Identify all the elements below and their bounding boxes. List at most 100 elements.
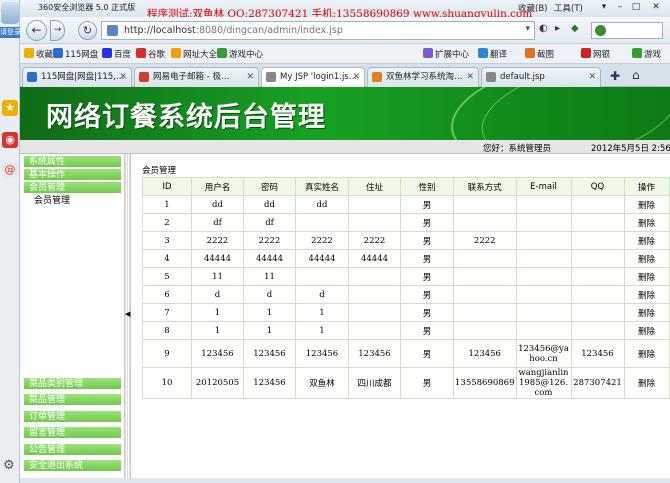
frame-splitter[interactable]: ◀	[124, 154, 131, 483]
column-header: 住址	[348, 177, 401, 196]
delete-link[interactable]: 删除	[623, 367, 670, 399]
table-row: 6 d d d 男删除	[142, 285, 670, 304]
menu-member-group[interactable]: 会员管理	[24, 182, 121, 194]
toolbar-online-banking[interactable]: 网银	[581, 48, 610, 60]
skin-icon[interactable]: ▾	[598, 2, 610, 12]
forward-split-icon[interactable]: ▸	[555, 23, 560, 34]
page-favicon	[107, 25, 118, 36]
delete-link[interactable]: 删除	[623, 249, 670, 268]
chevron-down-icon[interactable]: ▾	[525, 24, 530, 34]
table-cell: 2222	[453, 231, 517, 250]
close-tab-icon[interactable]: ✕	[352, 68, 360, 86]
tab-shuangyulin[interactable]: 双鱼林学习系统淘… ✕	[367, 67, 479, 87]
menu-logout[interactable]: 安全退出系统	[24, 460, 121, 472]
table-cell: 123456@yahoo.cn	[515, 339, 572, 368]
table-cell	[453, 285, 517, 304]
table-cell: dd	[243, 195, 296, 214]
email-icon[interactable]: @	[2, 162, 18, 178]
toolbar-screenshot[interactable]: 截图	[525, 48, 554, 60]
new-tab-icon[interactable]: ✚	[610, 69, 620, 83]
collapse-arrow-icon[interactable]: ◀	[125, 310, 130, 318]
table-cell: 287307421	[570, 367, 625, 399]
weibo-icon[interactable]: ◉	[2, 132, 18, 148]
delete-link[interactable]: 删除	[623, 285, 670, 304]
home-icon[interactable]: ⌂	[632, 68, 640, 82]
tab-netease-mail[interactable]: 网易电子邮箱 - 极… ✕	[134, 67, 259, 87]
menu-order-management[interactable]: 订单管理	[24, 411, 121, 423]
menu-member-management[interactable]: 会员管理	[24, 195, 121, 207]
tab-default-jsp[interactable]: default.jsp ✕	[481, 67, 601, 87]
delete-link[interactable]: 删除	[623, 303, 670, 322]
toolbar-games[interactable]: 游戏	[632, 48, 661, 60]
menu-favorites[interactable]: 收藏(B)	[518, 2, 547, 14]
address-bar[interactable]: http://localhost:8080/dingcan/admin/inde…	[101, 21, 535, 40]
menu-message-management[interactable]: 留言管理	[24, 427, 121, 439]
table-cell: 男	[400, 249, 454, 268]
menu-tools[interactable]: 工具(T)	[554, 2, 583, 14]
tab-my-jsp[interactable]: My JSP 'login1.js… ✕	[261, 67, 365, 88]
browser-tab-bar: 115网盘|网盘|115,… ✕ 网易电子邮箱 - 极… ✕ My JSP 'log…	[20, 64, 670, 88]
table-row: 3 2222 2222 2222 2222 男 2222 删除	[142, 231, 670, 250]
delete-link[interactable]: 删除	[623, 267, 670, 286]
search-engine-icon[interactable]	[595, 25, 606, 36]
table-cell: d	[191, 285, 244, 304]
bookmark-115[interactable]: 115网盘	[53, 48, 98, 60]
star-icon[interactable]: ★	[2, 100, 18, 116]
settings-gear-icon[interactable]: ⚙	[3, 458, 15, 473]
search-input[interactable]	[591, 22, 663, 39]
tab-115[interactable]: 115网盘|网盘|115,… ✕	[22, 67, 132, 87]
toolbar-extensions[interactable]: 扩展中心	[423, 48, 469, 60]
delete-link[interactable]: 删除	[623, 339, 670, 368]
table-cell	[453, 195, 517, 214]
forward-arrow-icon[interactable]: →	[50, 20, 65, 41]
close-tab-icon[interactable]: ✕	[246, 68, 254, 86]
menu-basic-operations[interactable]: 基本操作	[24, 169, 121, 181]
tab-favicon-icon	[372, 72, 382, 82]
bookmark-game-center[interactable]: 游戏中心	[217, 48, 263, 60]
user-avatar[interactable]	[1, 2, 19, 24]
table-cell	[348, 195, 401, 214]
star-icon	[24, 48, 34, 58]
table-row: 10 20120505 123456 双鱼林 四川成都男 13558690869 wangj…	[142, 367, 670, 399]
menu-dish-management[interactable]: 菜品管理	[24, 394, 121, 406]
bookmark-baidu[interactable]: 百度	[102, 48, 131, 60]
table-cell	[453, 213, 517, 232]
table-cell	[348, 213, 401, 232]
table-cell: 8	[142, 321, 192, 340]
delete-link[interactable]: 删除	[623, 195, 670, 214]
close-tab-icon[interactable]: ✕	[588, 68, 596, 86]
bookmark-google[interactable]: 谷歌	[136, 48, 165, 60]
table-cell	[453, 321, 517, 340]
column-header: 联系方式	[453, 177, 517, 196]
login-link[interactable]: 请登录	[0, 27, 20, 38]
maximize-icon[interactable]: □	[630, 2, 642, 12]
favorites-button[interactable]: 收藏	[24, 48, 53, 60]
table-cell: 20120505	[191, 367, 244, 399]
table-cell: 男	[400, 339, 454, 368]
table-cell	[570, 303, 625, 322]
menu-dish-category[interactable]: 菜品类别管理	[24, 378, 121, 390]
bookmark-url-directory[interactable]: 网址大全	[171, 48, 217, 60]
refresh-icon[interactable]: ↻	[78, 21, 97, 40]
delete-link[interactable]: 删除	[623, 231, 670, 250]
current-date: 2012年5月5日 2:56:4	[591, 144, 670, 154]
bookmark-icon	[217, 48, 227, 58]
delete-link[interactable]: 删除	[623, 321, 670, 340]
toolbar-translate[interactable]: 翻译	[478, 48, 507, 60]
back-arrow-icon[interactable]: ←	[26, 20, 47, 41]
menu-notice-management[interactable]: 公告管理	[24, 444, 121, 456]
shield-icon[interactable]: ◆	[571, 23, 579, 34]
close-icon[interactable]: ✕	[650, 2, 662, 12]
scissors-icon	[525, 48, 535, 58]
close-tab-icon[interactable]: ✕	[119, 68, 127, 86]
minimize-icon[interactable]: –	[614, 2, 626, 12]
web-page: 网络订餐系统后台管理 您好：系统管理员 2012年5月5日 2:56:4 系统属…	[20, 87, 670, 483]
url-host: http://localhost	[124, 25, 196, 36]
table-cell	[570, 213, 625, 232]
table-cell: 123456	[243, 339, 296, 368]
delete-link[interactable]: 删除	[623, 213, 670, 232]
close-tab-icon[interactable]: ✕	[466, 68, 474, 86]
compat-mode-icon[interactable]: ◐	[539, 23, 548, 34]
menu-system-properties[interactable]: 系统属性	[24, 156, 121, 168]
table-row: 7 1 1 1 男删除	[142, 303, 670, 322]
